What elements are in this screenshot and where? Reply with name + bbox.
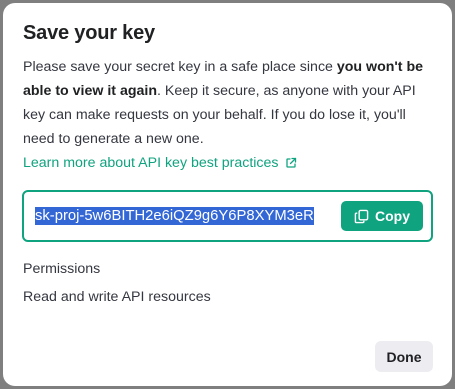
learn-more-link[interactable]: Learn more about API key best practices (23, 155, 297, 171)
copy-button[interactable]: Copy (341, 201, 423, 231)
done-button[interactable]: Done (375, 341, 433, 372)
save-key-dialog: Save your key Please save your secret ke… (3, 3, 452, 386)
copy-button-label: Copy (375, 208, 410, 224)
permissions-value: Read and write API resources (23, 289, 211, 305)
secret-key-field[interactable]: sk-proj-5w6BITH2e6iQZ9g6Y6P8XYM3eR Copy (22, 190, 433, 242)
copy-icon (354, 209, 369, 223)
dialog-description: Please save your secret key in a safe pl… (23, 55, 428, 151)
learn-more-label: Learn more about API key best practices (23, 155, 279, 171)
secret-key-value: sk-proj-5w6BITH2e6iQZ9g6Y6P8XYM3eR (35, 207, 314, 225)
dialog-title: Save your key (23, 22, 155, 44)
description-prefix: Please save your secret key in a safe pl… (23, 59, 337, 75)
external-link-icon (285, 157, 296, 168)
permissions-heading: Permissions (23, 261, 101, 277)
secret-key-text[interactable]: sk-proj-5w6BITH2e6iQZ9g6Y6P8XYM3eR (35, 206, 337, 226)
